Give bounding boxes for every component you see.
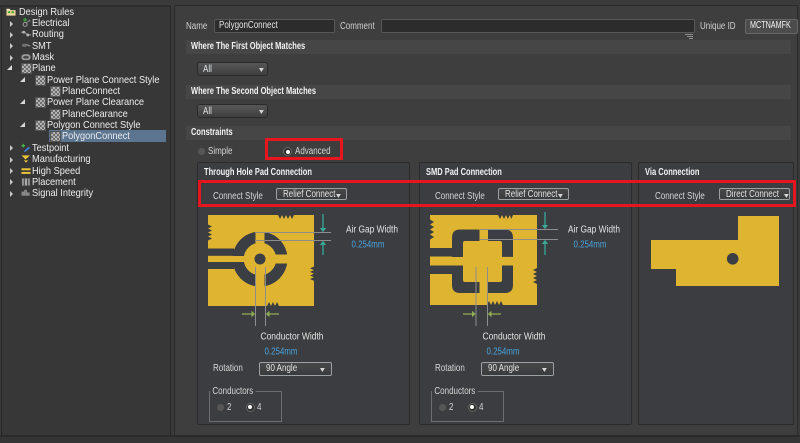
- svg-text:0.254mm: 0.254mm: [487, 347, 520, 358]
- svg-text:Conductor Width: Conductor Width: [261, 332, 324, 343]
- svg-text:0.254mm: 0.254mm: [265, 347, 298, 358]
- svg-text:Conductor Width: Conductor Width: [483, 332, 546, 343]
- svg-text:Air Gap Width: Air Gap Width: [346, 225, 398, 236]
- svg-text:0.254mm: 0.254mm: [574, 240, 607, 251]
- svg-text:Air Gap Width: Air Gap Width: [568, 225, 620, 236]
- svg-text:0.254mm: 0.254mm: [352, 240, 385, 251]
